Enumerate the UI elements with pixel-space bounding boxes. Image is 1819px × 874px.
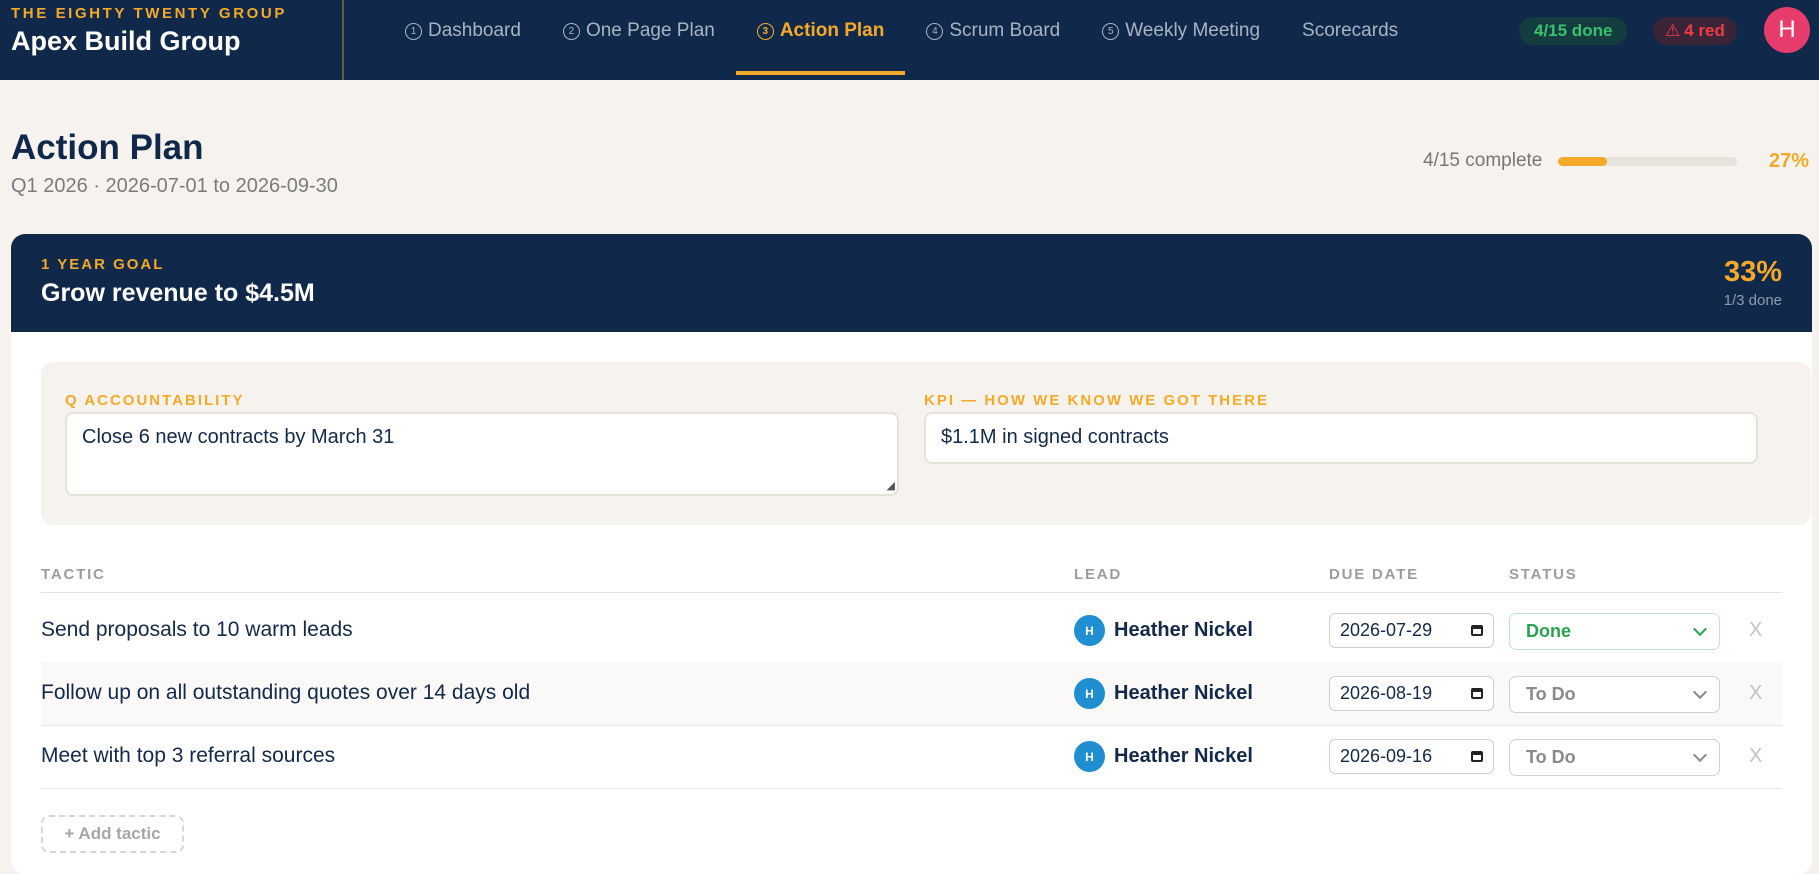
resize-grip-icon[interactable]: ◢ — [887, 479, 895, 492]
tactic-text[interactable]: Send proposals to 10 warm leads — [41, 618, 353, 642]
due-date-value: 2026-09-16 — [1340, 746, 1433, 766]
nav-scrum-board[interactable]: 4 Scrum Board — [905, 0, 1081, 71]
col-header-lead: LEAD — [1074, 566, 1123, 583]
kpi-value: $1.1M in signed contracts — [941, 426, 1169, 448]
accountability-value: Close 6 new contracts by March 31 — [82, 426, 395, 448]
chevron-down-icon — [1692, 684, 1708, 700]
kpi-label: KPI — HOW WE KNOW WE GOT THERE — [924, 392, 1269, 409]
red-count-badge[interactable]: ⚠ 4 red — [1653, 17, 1737, 45]
step-1-icon: 1 — [405, 22, 422, 40]
page-title: Action Plan — [11, 128, 204, 167]
status-select[interactable]: To Do — [1509, 739, 1720, 776]
status-select[interactable]: To Do — [1509, 676, 1720, 713]
brand-block: THE EIGHTY TWENTY GROUP Apex Build Group — [0, 0, 344, 80]
chevron-down-icon — [1692, 747, 1708, 763]
lead-avatar: H — [1074, 678, 1105, 709]
user-avatar[interactable]: H — [1764, 7, 1810, 53]
delete-tactic-button[interactable]: X — [1749, 682, 1762, 705]
nav-label: Action Plan — [779, 20, 885, 41]
table-row: Meet with top 3 referral sources H Heath… — [41, 725, 1782, 789]
table-row: Send proposals to 10 warm leads H Heathe… — [41, 599, 1782, 663]
progress-percent: 27% — [1769, 150, 1810, 172]
goal-done-count: 1/3 done — [1723, 292, 1782, 309]
nav-label: Dashboard — [428, 20, 521, 41]
progress-fill — [1558, 156, 1607, 166]
nav-dashboard[interactable]: 1 Dashboard — [384, 0, 542, 71]
org-name: Apex Build Group — [11, 26, 241, 56]
warning-triangle-icon: ⚠ — [1665, 21, 1681, 40]
step-4-icon: 4 — [926, 22, 944, 40]
calendar-icon[interactable] — [1471, 688, 1483, 699]
delete-tactic-button[interactable]: X — [1749, 619, 1762, 642]
step-3-icon: 3 — [756, 22, 774, 40]
due-date-value: 2026-07-29 — [1340, 620, 1433, 640]
lead-avatar: H — [1074, 741, 1105, 772]
lead-name: Heather Nickel — [1114, 682, 1253, 704]
kpi-input[interactable]: $1.1M in signed contracts — [924, 412, 1758, 464]
add-tactic-button[interactable]: + Add tactic — [41, 815, 184, 853]
due-date-input[interactable]: 2026-08-19 — [1329, 676, 1494, 711]
accountability-label: Q ACCOUNTABILITY — [65, 392, 245, 409]
status-value: To Do — [1526, 747, 1576, 767]
company-name: THE EIGHTY TWENTY GROUP — [11, 5, 287, 22]
chevron-down-icon — [1692, 621, 1708, 637]
nav-label: Weekly Meeting — [1125, 20, 1261, 41]
goal-percent: 33% — [1723, 256, 1782, 288]
tactic-text[interactable]: Follow up on all outstanding quotes over… — [41, 681, 530, 705]
nav-label: One Page Plan — [585, 20, 715, 41]
col-header-tactic: TACTIC — [41, 566, 106, 583]
col-header-status: STATUS — [1509, 566, 1578, 583]
done-count-badge[interactable]: 4/15 done — [1519, 17, 1628, 45]
status-value: To Do — [1526, 684, 1576, 704]
lead-avatar: H — [1074, 615, 1105, 646]
lead-cell[interactable]: H Heather Nickel — [1074, 678, 1253, 709]
accountability-panel: Q ACCOUNTABILITY Close 6 new contracts b… — [41, 362, 1811, 525]
goal-title: Grow revenue to $4.5M — [41, 279, 315, 307]
status-value: Done — [1526, 621, 1571, 641]
progress-label: 4/15 complete — [1423, 150, 1543, 171]
nav-weekly-meeting[interactable]: 5 Weekly Meeting — [1081, 0, 1281, 71]
main-nav: 1 Dashboard 2 One Page Plan 3 Action Pla… — [384, 0, 1419, 80]
lead-name: Heather Nickel — [1114, 745, 1253, 767]
delete-tactic-button[interactable]: X — [1749, 745, 1762, 768]
nav-action-plan[interactable]: 3 Action Plan — [735, 0, 906, 75]
calendar-icon[interactable] — [1471, 625, 1483, 636]
due-date-value: 2026-08-19 — [1340, 683, 1433, 703]
lead-cell[interactable]: H Heather Nickel — [1074, 615, 1253, 646]
table-header-divider — [41, 592, 1782, 593]
progress-track — [1558, 156, 1738, 166]
table-row: Follow up on all outstanding quotes over… — [41, 662, 1782, 726]
accountability-textarea[interactable]: Close 6 new contracts by March 31 ◢ — [65, 412, 899, 496]
due-date-input[interactable]: 2026-07-29 — [1329, 613, 1494, 648]
nav-label: Scorecards — [1302, 20, 1399, 41]
nav-one-page-plan[interactable]: 2 One Page Plan — [542, 0, 736, 71]
nav-label: Scrum Board — [949, 20, 1061, 41]
step-5-icon: 5 — [1102, 22, 1120, 40]
lead-cell[interactable]: H Heather Nickel — [1074, 741, 1253, 772]
red-count-label: 4 red — [1684, 21, 1725, 40]
page-subtitle: Q1 2026 · 2026-07-01 to 2026-09-30 — [11, 175, 338, 197]
col-header-due-date: DUE DATE — [1329, 566, 1419, 583]
lead-name: Heather Nickel — [1114, 619, 1253, 641]
tactic-text[interactable]: Meet with top 3 referral sources — [41, 744, 335, 768]
overall-progress: 4/15 complete — [1423, 150, 1738, 172]
due-date-input[interactable]: 2026-09-16 — [1329, 739, 1494, 774]
status-select[interactable]: Done — [1509, 613, 1720, 650]
goal-kicker: 1 YEAR GOAL — [41, 256, 165, 273]
nav-scorecards[interactable]: Scorecards — [1281, 0, 1419, 71]
top-nav-bar: THE EIGHTY TWENTY GROUP Apex Build Group… — [0, 0, 1819, 80]
step-2-icon: 2 — [562, 22, 580, 40]
goal-header: 1 YEAR GOAL Grow revenue to $4.5M 33% 1/… — [11, 234, 1812, 332]
calendar-icon[interactable] — [1471, 751, 1483, 762]
